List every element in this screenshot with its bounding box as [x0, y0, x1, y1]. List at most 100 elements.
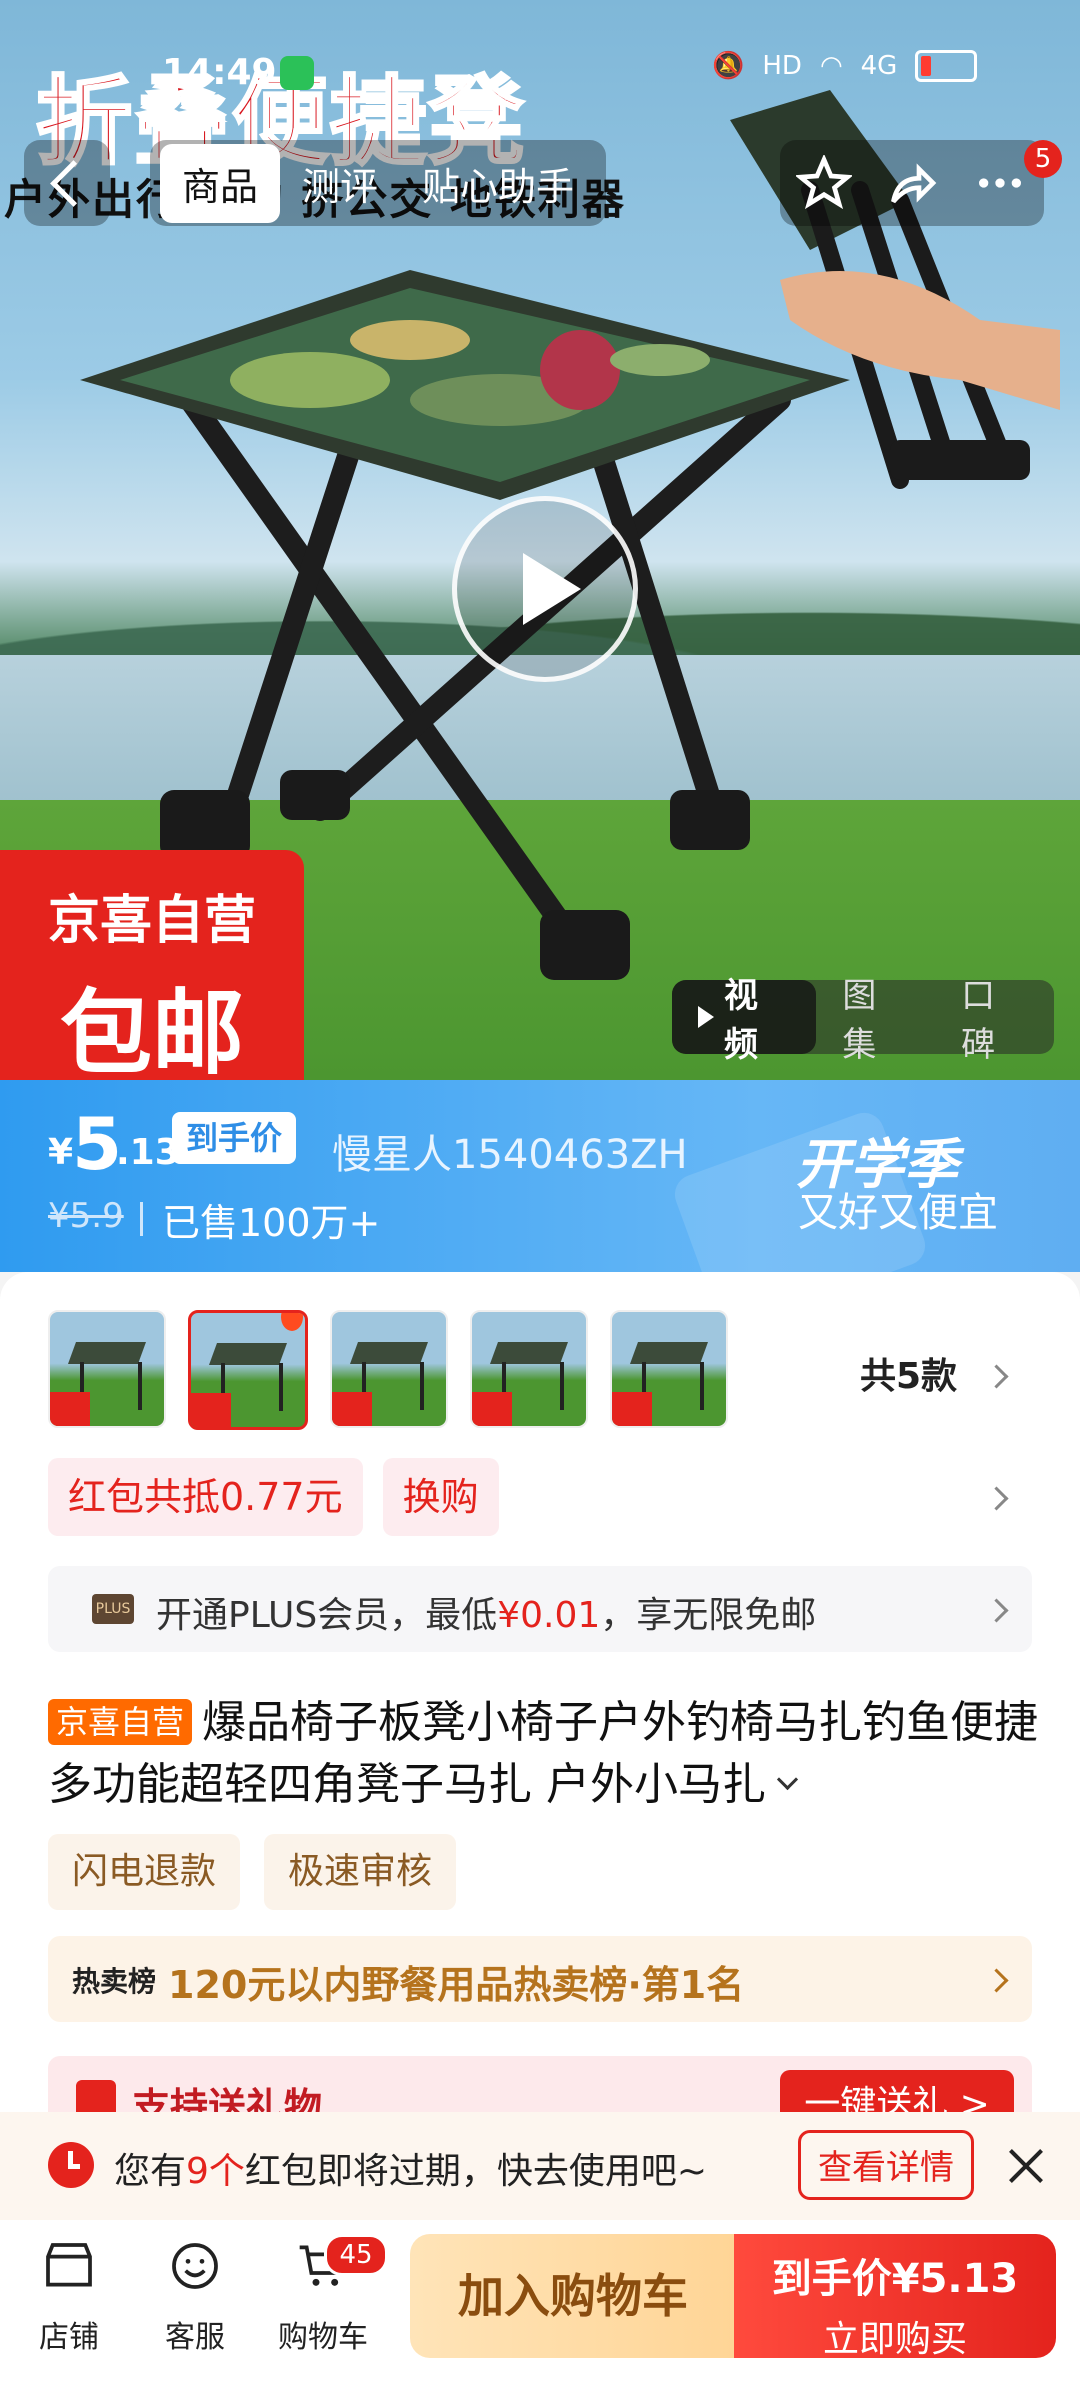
campaign-subtitle: 又好又便宜	[798, 1190, 998, 1236]
product-info-card: 共5款 红包共抵0.77元 换购 PLUS 开通PLUS会员，最低¥0.01，享…	[0, 1272, 1080, 2132]
seller-name: 慢星人1540463ZH	[332, 1132, 688, 1178]
thumb-seat	[208, 1343, 288, 1365]
exchange-coupon[interactable]: 换购	[382, 1458, 499, 1536]
status-bar: 14:49 🔕 HD ◠ 4G	[0, 0, 1080, 130]
media-tab-video[interactable]: 视频	[672, 976, 817, 1065]
mute-icon: 🔕	[712, 51, 745, 81]
service-tags: 闪电退款 极速审核	[48, 1834, 457, 1910]
bottom-action-bar: 店铺 客服 购物车 45 加入购物车 到手价¥5.13 立即购买	[0, 2220, 1080, 2400]
share-icon[interactable]	[884, 155, 940, 211]
shop-button[interactable]: 店铺	[14, 2238, 124, 2356]
close-icon[interactable]	[1008, 2148, 1044, 2184]
media-tab-video-label: 视频	[724, 976, 758, 1065]
thumb-seat	[489, 1342, 569, 1364]
back-chevron-icon	[49, 159, 97, 207]
coupon-chevron-right-icon[interactable]	[984, 1486, 1009, 1511]
thumb-badge	[191, 1393, 231, 1427]
battery-icon	[915, 50, 978, 82]
price-decimal: .13	[116, 1132, 180, 1173]
wechat-notification-icon	[280, 56, 314, 90]
customer-service-button[interactable]: 客服	[140, 2238, 250, 2356]
view-details-button[interactable]: 查看详情	[798, 2130, 974, 2200]
plus-icon: PLUS	[92, 1594, 134, 1624]
variant-count[interactable]: 共5款	[860, 1347, 957, 1399]
customer-service-icon	[172, 2243, 218, 2289]
clock-icon	[48, 2142, 94, 2188]
thumb-badge	[612, 1392, 652, 1426]
media-tabs: 视频 图集 口碑	[672, 976, 1054, 1065]
badge-line2: 包邮	[59, 980, 244, 1080]
hot-fire-icon	[281, 1313, 303, 1331]
variant-thumb[interactable]	[610, 1310, 728, 1428]
service-tag-refund: 闪电退款	[48, 1834, 241, 1910]
more-icon[interactable]	[972, 155, 1028, 211]
status-time: 14:49	[162, 52, 277, 93]
price-integer: 5	[72, 1102, 123, 1186]
variant-thumb[interactable]	[48, 1310, 166, 1428]
signal-icon: 4G	[860, 51, 898, 81]
ranking-text: 120元以内野餐用品热卖榜·第1名	[168, 1963, 745, 2007]
status-icons: 🔕 HD ◠ 4G	[712, 50, 978, 82]
plus-text: 开通PLUS会员，最低¥0.01，享无限免邮	[156, 1586, 816, 1638]
shop-icon	[46, 2243, 92, 2287]
ranking-bar[interactable]: 热卖榜 120元以内野餐用品热卖榜·第1名	[48, 1936, 1032, 2022]
variant-thumb-selected[interactable]	[188, 1310, 308, 1430]
buy-now-label: 立即购买	[822, 2319, 967, 2360]
hd-icon: HD	[762, 51, 802, 81]
product-title-block[interactable]: 京喜自营 爆品椅子板凳小椅子户外钓椅马扎钓鱼便捷多功能超轻四角凳子马扎 户外小马扎	[48, 1692, 1038, 1816]
top-actions	[780, 140, 1044, 226]
buy-price-label: 到手价¥5.13	[771, 2256, 1019, 2302]
tab-assistant[interactable]: 贴心助手	[400, 144, 596, 223]
media-tab-reviews[interactable]: 口碑	[935, 976, 1054, 1065]
favorite-star-icon[interactable]	[796, 155, 852, 211]
back-button[interactable]	[24, 140, 110, 226]
price-banner: ¥ 5 .13 到手价 慢星人1540463ZH ¥5.9 已售100万+ 开学…	[0, 1080, 1080, 1272]
media-tab-gallery[interactable]: 图集	[816, 976, 935, 1065]
plus-prefix: 开通PLUS会员，最低	[156, 1595, 498, 1636]
cart-label: 购物车	[278, 2320, 368, 2355]
thumb-seat	[349, 1342, 429, 1364]
variant-thumb[interactable]	[470, 1310, 588, 1428]
service-tag-review: 极速审核	[264, 1834, 457, 1910]
shop-label: 店铺	[39, 2320, 99, 2355]
thumb-badge	[332, 1392, 372, 1426]
badge-line1: 京喜自营	[47, 891, 256, 951]
plus-price: ¥0.01	[497, 1595, 601, 1636]
variant-thumb[interactable]	[330, 1310, 448, 1428]
jingxi-self-run-badge: 京喜自营	[48, 1699, 193, 1745]
final-price-tag: 到手价	[172, 1112, 297, 1164]
notification-badge: 5	[1024, 140, 1062, 178]
play-icon	[523, 553, 581, 625]
add-to-cart-button[interactable]: 加入购物车	[410, 2234, 736, 2358]
expiry-prefix: 您有	[114, 2151, 187, 2192]
red-packet-expiry-banner: 您有9个红包即将过期，快去使用吧~ 查看详情	[0, 2112, 1080, 2220]
price-currency: ¥	[48, 1132, 74, 1173]
expiry-text: 您有9个红包即将过期，快去使用吧~	[114, 2142, 707, 2194]
variants-chevron-right-icon[interactable]	[984, 1364, 1009, 1389]
thumb-badge	[472, 1392, 512, 1426]
original-price: ¥5.9	[48, 1196, 124, 1236]
coupon-row[interactable]: 红包共抵0.77元 换购	[48, 1458, 499, 1536]
expiry-count: 9个	[186, 2151, 245, 2192]
tab-product[interactable]: 商品	[160, 143, 281, 223]
red-packet-coupon[interactable]: 红包共抵0.77元	[48, 1458, 363, 1536]
variant-thumbnails	[48, 1310, 728, 1430]
customer-service-label: 客服	[165, 2320, 225, 2355]
thumb-seat	[67, 1342, 147, 1364]
plus-suffix: ，享无限免邮	[600, 1595, 817, 1636]
jingxi-free-shipping-badge: 京喜自营 包邮	[0, 850, 304, 1080]
expiry-suffix: 红包即将过期，快去使用吧~	[244, 2151, 708, 2192]
expand-chevron-icon[interactable]	[776, 1768, 799, 1791]
cart-count-badge: 45	[324, 2234, 388, 2276]
ranking-label: 热卖榜	[72, 1965, 157, 1998]
thumb-seat	[629, 1342, 709, 1364]
plus-membership-bar[interactable]: PLUS 开通PLUS会员，最低¥0.01，享无限免邮	[48, 1566, 1032, 1652]
divider	[140, 1202, 143, 1236]
play-video-button[interactable]	[452, 496, 638, 682]
tab-review[interactable]: 测评	[280, 144, 400, 223]
plus-chevron-right-icon	[984, 1598, 1009, 1623]
buy-now-button[interactable]: 到手价¥5.13 立即购买	[734, 2234, 1056, 2360]
play-small-icon	[698, 1006, 714, 1028]
sold-count: 已售100万+	[162, 1201, 381, 1245]
ranking-chevron-right-icon	[984, 1968, 1009, 1993]
